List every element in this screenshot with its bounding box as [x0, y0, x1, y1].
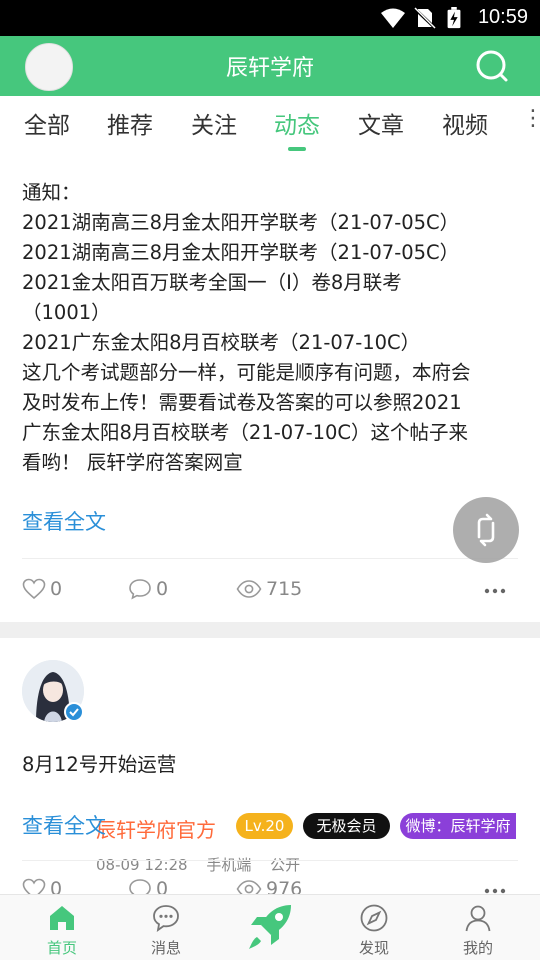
- bottom-navigation: 首页 消息 发现 我的: [0, 894, 540, 960]
- tab-recommended[interactable]: 推荐: [107, 106, 153, 140]
- tab-feed[interactable]: 动态: [274, 106, 320, 151]
- level-badge: Lv.20: [236, 813, 293, 839]
- no-sim-icon: [414, 7, 436, 29]
- post-content: 8月12号开始运营: [22, 753, 177, 776]
- app-bar: 辰轩学府: [0, 36, 540, 96]
- weibo-badge[interactable]: 微博：辰轩学府: [400, 813, 516, 839]
- heart-icon: [22, 878, 46, 894]
- battery-charging-icon: [447, 7, 461, 29]
- more-options-icon[interactable]: [484, 588, 506, 594]
- view-count-stat: 715: [236, 578, 302, 600]
- like-count: 0: [50, 578, 63, 600]
- like-count: 0: [50, 878, 63, 894]
- nav-messages[interactable]: 消息: [114, 895, 218, 960]
- eye-icon: [236, 880, 262, 894]
- divider: [22, 860, 518, 861]
- post-content: 通知： 2021湖南高三8月金太阳开学联考（21-07-05C） 2021湖南高…: [22, 181, 471, 474]
- tab-articles[interactable]: 文章: [358, 106, 404, 140]
- refresh-icon: [477, 513, 495, 547]
- comment-button[interactable]: 0: [128, 878, 168, 894]
- message-icon: [153, 905, 179, 932]
- like-button[interactable]: 0: [22, 878, 62, 894]
- verified-icon: [64, 702, 84, 722]
- compass-icon: [360, 904, 388, 932]
- divider: [22, 558, 518, 559]
- comment-count: 0: [156, 578, 169, 600]
- comment-button[interactable]: 0: [128, 578, 168, 600]
- tab-videos[interactable]: 视频: [442, 106, 488, 140]
- refresh-fab[interactable]: [453, 497, 519, 563]
- comment-icon: [129, 879, 151, 894]
- rocket-icon: [249, 905, 291, 949]
- nav-home[interactable]: 首页: [10, 895, 114, 960]
- post-visibility: 公开: [270, 856, 301, 874]
- tab-all[interactable]: 全部: [24, 106, 70, 140]
- user-icon: [465, 905, 491, 932]
- post-author-name[interactable]: 辰轩学府官方: [96, 814, 216, 843]
- view-count: 976: [266, 878, 303, 894]
- tabs-more-button[interactable]: ⋮: [522, 106, 540, 131]
- read-more-link[interactable]: 查看全文: [22, 810, 106, 840]
- search-icon[interactable]: [474, 48, 510, 84]
- nav-discover[interactable]: 发现: [322, 895, 426, 960]
- post-meta: 08-09 12:28 手机端 公开: [96, 854, 314, 875]
- heart-icon: [22, 578, 46, 600]
- home-icon: [50, 906, 74, 930]
- post-separator: [0, 622, 540, 638]
- member-badge: 无极会员: [303, 813, 390, 839]
- comment-count: 0: [156, 878, 169, 894]
- view-count-stat: 976: [236, 878, 302, 894]
- post-date: 08-09 12:28: [96, 856, 188, 874]
- like-button[interactable]: 0: [22, 578, 62, 600]
- post-device: 手机端: [206, 856, 252, 874]
- view-count: 715: [266, 578, 303, 600]
- nav-profile[interactable]: 我的: [426, 895, 530, 960]
- category-tabs: 全部 推荐 关注 动态 文章 视频 ⋮: [0, 96, 540, 151]
- wifi-icon: [381, 8, 405, 28]
- status-time: 10:59: [477, 6, 528, 28]
- read-more-link[interactable]: 查看全文: [22, 506, 106, 536]
- status-bar: 10:59: [0, 0, 540, 36]
- tab-following[interactable]: 关注: [191, 106, 237, 140]
- comment-icon: [129, 579, 151, 600]
- nav-publish[interactable]: [218, 895, 322, 960]
- app-title: 辰轩学府: [225, 56, 314, 81]
- eye-icon: [236, 580, 262, 598]
